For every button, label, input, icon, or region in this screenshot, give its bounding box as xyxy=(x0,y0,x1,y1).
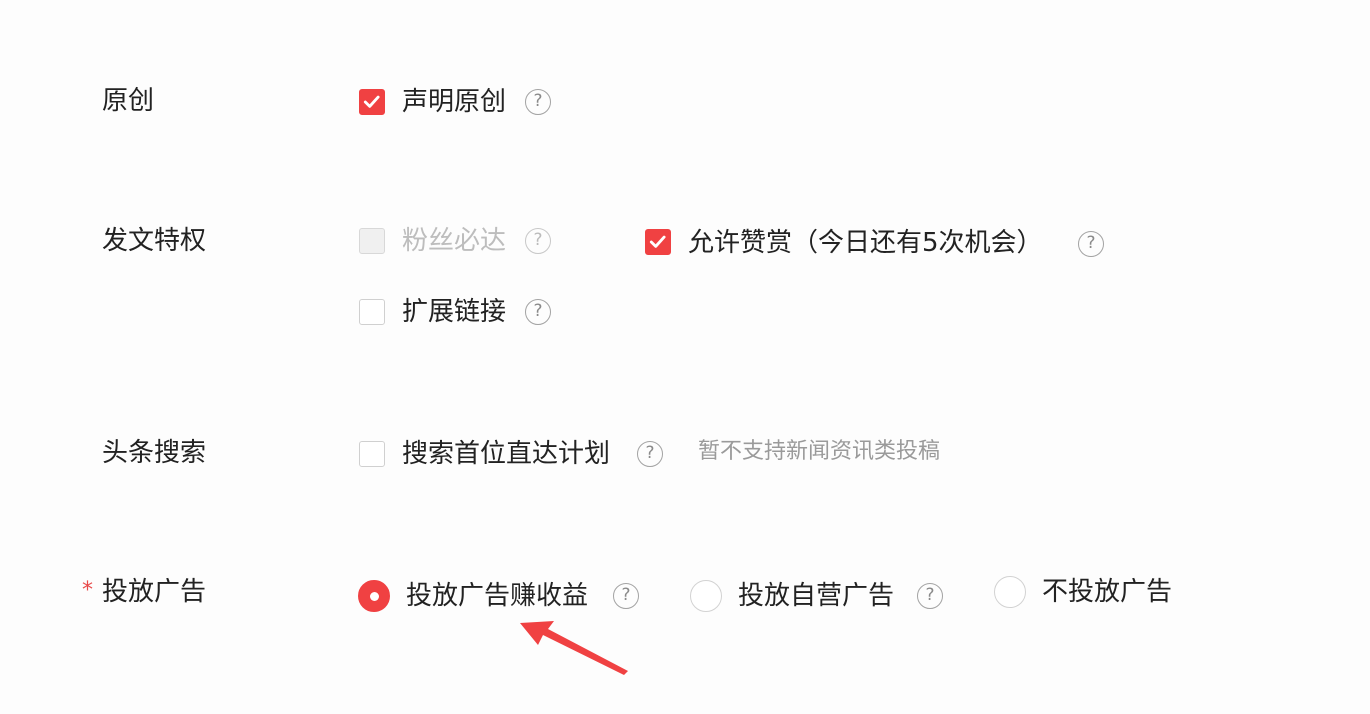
ads-label: 投放广告 xyxy=(102,577,207,607)
question-circle-icon[interactable]: ? xyxy=(917,583,943,609)
extended-link-label[interactable]: 扩展链接 xyxy=(402,296,506,328)
allow-reward-checkbox[interactable] xyxy=(645,229,671,255)
ads-self-label[interactable]: 投放自营广告 xyxy=(738,580,894,612)
question-circle-icon[interactable]: ? xyxy=(1078,231,1104,257)
privileges-label: 发文特权 xyxy=(102,226,207,256)
direct-plan-checkbox[interactable] xyxy=(359,441,385,467)
question-circle-icon[interactable]: ? xyxy=(637,441,663,467)
ads-earn-radio[interactable] xyxy=(358,580,390,612)
question-circle-icon[interactable]: ? xyxy=(525,228,551,254)
question-circle-icon[interactable]: ? xyxy=(525,299,551,325)
ads-earn-label[interactable]: 投放广告赚收益 xyxy=(406,580,588,612)
checkmark-icon xyxy=(649,235,666,248)
checkmark-icon xyxy=(363,95,380,108)
ads-none-radio[interactable] xyxy=(994,576,1026,608)
search-label: 头条搜索 xyxy=(102,438,207,468)
ads-none-label[interactable]: 不投放广告 xyxy=(1042,576,1172,608)
question-circle-icon[interactable]: ? xyxy=(613,583,639,609)
search-hint-text: 暂不支持新闻资讯类投稿 xyxy=(698,439,941,464)
fans-reach-checkbox xyxy=(359,228,385,254)
question-circle-icon[interactable]: ? xyxy=(525,89,551,115)
radio-dot xyxy=(369,591,379,601)
declare-original-checkbox[interactable] xyxy=(359,89,385,115)
required-mark: * xyxy=(82,578,93,603)
red-arrow-icon xyxy=(520,621,628,675)
original-label: 原创 xyxy=(102,86,155,116)
allow-reward-label[interactable]: 允许赞赏（今日还有5次机会） xyxy=(688,227,1043,259)
extended-link-checkbox[interactable] xyxy=(359,299,385,325)
ads-self-radio[interactable] xyxy=(690,580,722,612)
direct-plan-label[interactable]: 搜索首位直达计划 xyxy=(402,438,610,470)
fans-reach-label: 粉丝必达 xyxy=(402,226,507,256)
declare-original-label[interactable]: 声明原创 xyxy=(402,86,506,118)
